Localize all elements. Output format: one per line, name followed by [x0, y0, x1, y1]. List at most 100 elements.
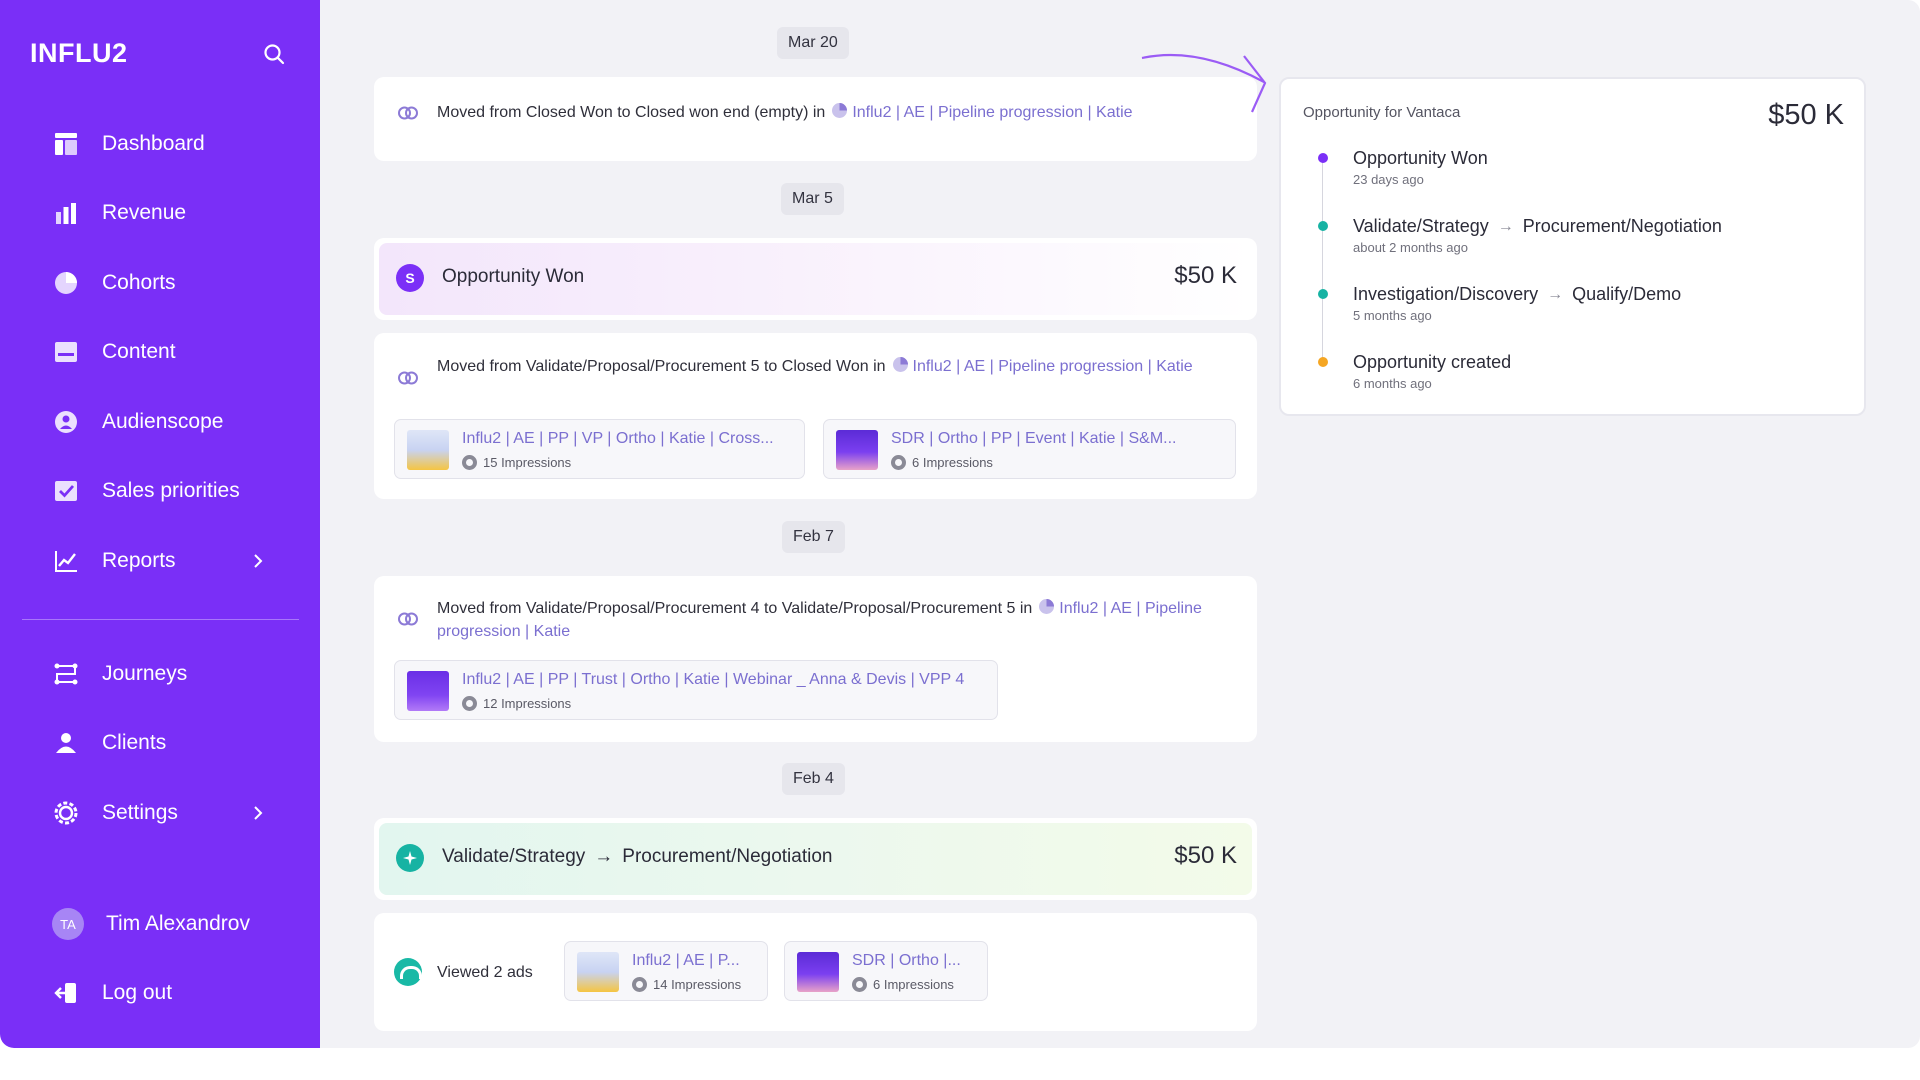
opportunity-amount: $50 K — [1768, 99, 1844, 131]
sidebar-item-revenue[interactable]: Revenue — [52, 193, 186, 233]
date-separator: Mar 5 — [781, 183, 844, 215]
sidebar-item-label: Dashboard — [102, 132, 205, 155]
pie-chart-icon — [892, 356, 909, 373]
logout-icon — [52, 979, 80, 1007]
line-chart-icon — [52, 547, 80, 575]
stage-card-won[interactable]: S Opportunity Won $50 K — [374, 238, 1257, 320]
ad-thumbnail — [407, 671, 449, 711]
bar-chart-icon — [52, 199, 80, 227]
timeline-dot — [1318, 221, 1328, 231]
ad-chip[interactable]: Influ2 | AE | P... 14 Impressions — [564, 941, 768, 1001]
pie-chart-icon — [1038, 598, 1055, 615]
app-logo[interactable]: INFLU2 — [30, 38, 128, 69]
ad-title: Influ2 | AE | PP | Trust | Ortho | Katie… — [462, 671, 965, 688]
sidebar-item-label: Sales priorities — [102, 479, 240, 502]
views-icon — [394, 958, 422, 986]
timeline-stage: Opportunity created — [1353, 352, 1512, 372]
eye-icon — [852, 977, 867, 992]
ad-thumbnail — [407, 430, 449, 470]
stage-move-icon — [397, 608, 419, 630]
sidebar-item-label: Clients — [102, 731, 167, 754]
ad-chip[interactable]: SDR | Ortho | PP | Event | Katie | S&M..… — [823, 419, 1236, 479]
arrow-right-icon: → — [1497, 217, 1514, 235]
eye-icon — [632, 977, 647, 992]
chevron-right-icon — [248, 803, 268, 823]
search-icon[interactable] — [262, 42, 286, 66]
arrow-right-icon: → — [594, 846, 614, 867]
pie-chart-icon — [52, 269, 80, 297]
eye-icon — [462, 455, 477, 470]
ad-chip[interactable]: Influ2 | AE | PP | Trust | Ortho | Katie… — [394, 660, 998, 720]
sidebar-item-clients[interactable]: Clients — [52, 723, 166, 763]
ad-thumbnail — [577, 952, 619, 992]
timeline-dot — [1318, 289, 1328, 299]
eye-icon — [462, 696, 477, 711]
stage-move-icon — [397, 367, 419, 389]
timeline-time: 23 days ago — [1353, 172, 1424, 187]
timeline-dot — [1318, 153, 1328, 163]
user-profile[interactable]: TA Tim Alexandrov — [52, 904, 250, 944]
sidebar-item-content[interactable]: Content — [52, 332, 176, 372]
pie-chart-icon — [831, 102, 848, 119]
stage-card-transition[interactable]: Validate/Strategy → Procurement/Negotiatio… — [374, 818, 1257, 900]
ad-impressions: 14 Impressions — [632, 977, 741, 992]
sidebar-item-label: Content — [102, 340, 176, 363]
sidebar-item-label: Audienscope — [102, 410, 224, 433]
dollar-icon: S — [396, 264, 424, 292]
journeys-icon — [52, 660, 80, 688]
content-icon — [52, 338, 80, 366]
ad-chip[interactable]: SDR | Ortho |... 6 Impressions — [784, 941, 988, 1001]
pipeline-link[interactable]: Influ2 | AE | Pipeline progression | Kat… — [852, 104, 1132, 121]
sidebar-item-label: Journeys — [102, 662, 188, 685]
sparkle-icon — [396, 844, 424, 872]
ad-title: SDR | Ortho |... — [852, 952, 961, 969]
timeline-stage: Validate/Strategy → Procurement/Negotiatio… — [1353, 216, 1722, 236]
timeline-connector — [1322, 155, 1323, 365]
ad-chip[interactable]: Influ2 | AE | PP | VP | Ortho | Katie | … — [394, 419, 805, 479]
ad-thumbnail — [836, 430, 878, 470]
timeline-time: 5 months ago — [1353, 308, 1432, 323]
logout-label: Log out — [102, 981, 173, 1004]
activity-card: Moved from Closed Won to Closed won end … — [374, 77, 1257, 161]
logout-button[interactable]: Log out — [52, 973, 172, 1013]
activity-card: Moved from Validate/Proposal/Procurement… — [374, 333, 1257, 499]
annotation-arrow-icon — [1141, 53, 1267, 113]
ad-impressions: 6 Impressions — [891, 455, 993, 470]
date-separator: Feb 7 — [782, 521, 845, 553]
timeline-time: 6 months ago — [1353, 376, 1432, 391]
sidebar-item-label: Reports — [102, 549, 176, 572]
avatar: TA — [52, 908, 84, 940]
sidebar-item-reports[interactable]: Reports — [52, 541, 272, 581]
activity-text: Moved from Validate/Proposal/Procurement… — [437, 598, 1202, 640]
ad-title: SDR | Ortho | PP | Event | Katie | S&M..… — [891, 430, 1177, 447]
gear-icon — [52, 799, 80, 827]
activity-text: Moved from Closed Won to Closed won end … — [437, 102, 1133, 121]
sidebar-item-journeys[interactable]: Journeys — [52, 654, 187, 694]
timeline-dot — [1318, 357, 1328, 367]
ad-impressions: 12 Impressions — [462, 696, 571, 711]
sidebar-item-cohorts[interactable]: Cohorts — [52, 263, 176, 303]
sidebar-item-settings[interactable]: Settings — [52, 793, 272, 833]
activity-card: Viewed 2 ads Influ2 | AE | P... 14 Impre… — [374, 913, 1257, 1031]
stage-amount: $50 K — [1174, 842, 1237, 869]
sidebar-item-label: Cohorts — [102, 271, 176, 294]
audience-icon — [52, 408, 80, 436]
pipeline-link[interactable]: Influ2 | AE | Pipeline progression | Kat… — [913, 358, 1193, 375]
ad-thumbnail — [797, 952, 839, 992]
sidebar-item-dashboard[interactable]: Dashboard — [52, 124, 205, 164]
dashboard-icon — [52, 130, 80, 158]
eye-icon — [891, 455, 906, 470]
sidebar-item-audienscope[interactable]: Audienscope — [52, 402, 223, 442]
chevron-right-icon — [248, 551, 268, 571]
stage-move-icon — [397, 102, 419, 124]
stage-title: Validate/Strategy → Procurement/Negotiatio… — [442, 846, 833, 867]
ad-impressions: 15 Impressions — [462, 455, 571, 470]
sidebar: INFLU2 Dashboard Revenue Cohorts Content… — [0, 0, 320, 1048]
activity-text: Moved from Validate/Proposal/Procurement… — [437, 356, 1193, 375]
sidebar-item-label: Revenue — [102, 201, 187, 224]
arrow-right-icon: → — [1547, 285, 1564, 303]
ad-title: Influ2 | AE | PP | VP | Ortho | Katie | … — [462, 430, 774, 447]
sidebar-divider — [22, 619, 299, 620]
timeline-stage: Opportunity Won — [1353, 148, 1488, 168]
sidebar-item-sales-priorities[interactable]: Sales priorities — [52, 471, 240, 511]
